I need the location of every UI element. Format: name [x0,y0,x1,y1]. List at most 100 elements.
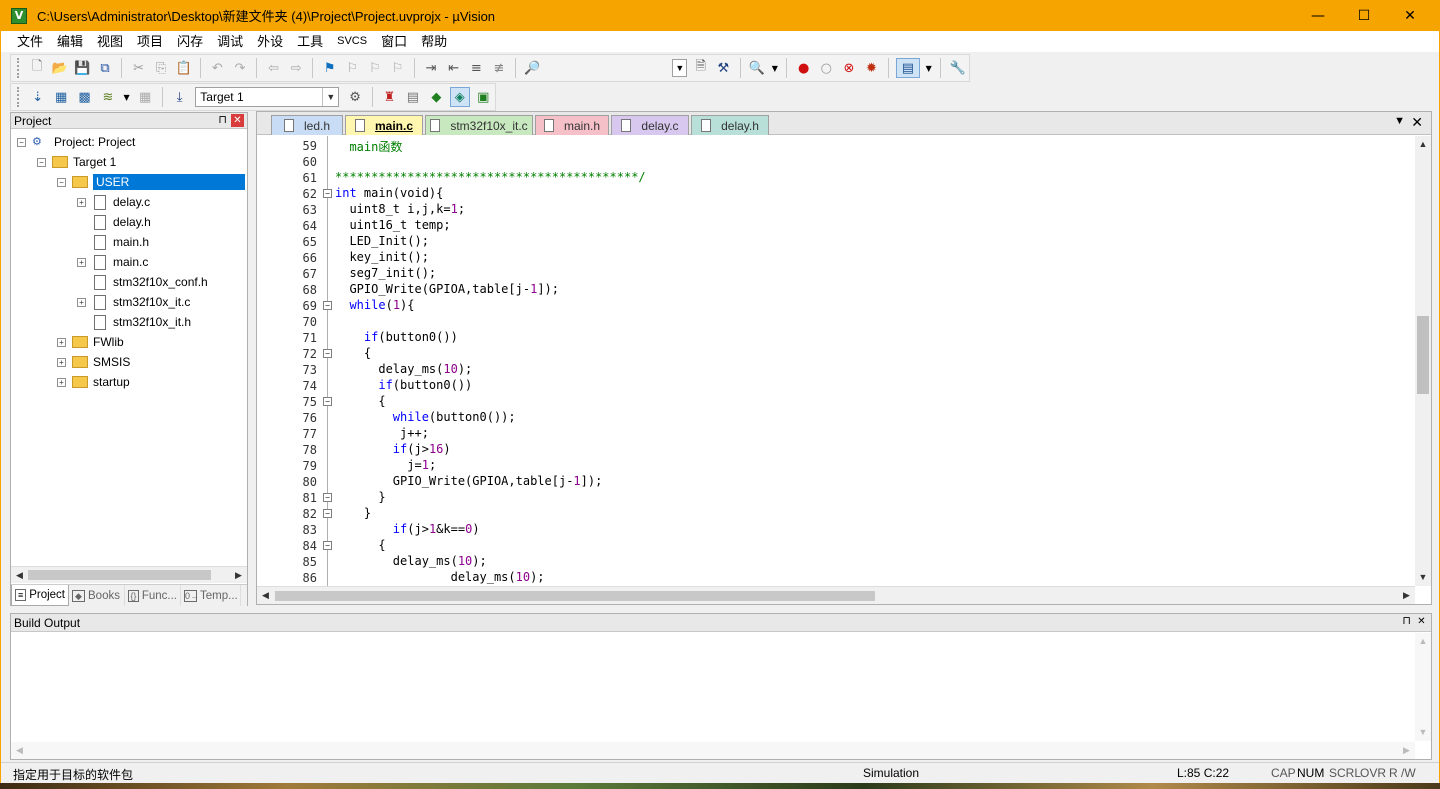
batch-dropdown-icon[interactable]: ▼ [122,87,132,107]
tree-node-startup[interactable]: + startup [57,372,130,392]
tree-node-stm32f10x-it-h[interactable]: stm32f10x_it.h [77,312,191,332]
panel-tab-project[interactable]: ≡ Project [11,585,69,606]
code-vertical-scrollbar[interactable]: ▲ ▼ [1415,136,1431,586]
code-line[interactable]: 83 if(j>1&k==0) [257,522,1415,538]
tree-node-main-h[interactable]: main.h [77,232,149,252]
close-tab-icon[interactable]: ✕ [1411,114,1423,131]
menu-project[interactable]: 项目 [130,31,170,52]
scroll-up-icon[interactable]: ▲ [1415,633,1431,650]
panel-tab-func[interactable]: {} Func... [125,585,181,606]
find-icon[interactable]: 🗎 [691,58,710,78]
code-line[interactable]: 63 uint8_t i,j,k=1; [257,202,1415,218]
indent-icon[interactable]: ⇥ [422,58,441,78]
code-line[interactable]: 64 uint16_t temp; [257,218,1415,234]
code-line[interactable]: 85 delay_ms(10); [257,554,1415,570]
expand-icon[interactable]: + [57,337,66,347]
toolbar-grip[interactable] [17,58,20,78]
rebuild-icon[interactable]: ▩ [75,87,94,107]
panel-tab-temp[interactable]: 0→ Temp... [181,585,241,606]
toolbar-grip[interactable] [17,87,20,107]
menu-flash[interactable]: 闪存 [170,31,210,52]
build-icon[interactable]: ▦ [51,87,70,107]
comment-icon[interactable]: ≡ [467,58,486,78]
scroll-thumb[interactable] [275,591,875,601]
debug-session-icon[interactable]: 🔍 [748,58,767,78]
expand-icon[interactable]: + [77,297,86,307]
close-icon[interactable]: ✕ [231,114,244,127]
incremental-find-icon[interactable]: ⚒ [714,58,733,78]
unindent-icon[interactable]: ⇤ [444,58,463,78]
breakpoint-disable-all-icon[interactable]: ⊗ [840,58,859,78]
menu-window[interactable]: 窗口 [374,31,414,52]
expand-icon[interactable]: + [77,197,86,207]
menu-view[interactable]: 视图 [90,31,130,52]
bookmark-next-icon[interactable]: ⚐ [366,58,385,78]
code-line[interactable]: 72− { [257,346,1415,362]
expand-icon[interactable]: + [57,357,66,367]
project-horizontal-scrollbar[interactable]: ◀ ▶ [11,566,247,583]
chevron-down-icon[interactable]: ▼ [322,88,338,106]
code-line[interactable]: 73 delay_ms(10); [257,362,1415,378]
close-icon[interactable]: ✕ [1415,615,1428,628]
fold-toggle-icon[interactable]: − [323,541,332,550]
code-line[interactable]: 76 while(button0()); [257,410,1415,426]
menu-svcs[interactable]: SVCS [330,31,374,52]
undo-icon[interactable]: ↶ [208,58,227,78]
scroll-up-icon[interactable]: ▲ [1415,136,1431,153]
stop-build-icon[interactable]: ▦ [135,87,154,107]
configure-icon[interactable]: 🔧 [948,58,967,78]
debug-dropdown-icon[interactable]: ▼ [770,58,779,78]
code-line[interactable]: 60 [257,154,1415,170]
paste-icon[interactable]: 📋 [175,58,194,78]
code-line[interactable]: 59 main函数 [257,138,1415,154]
tree-node-stm32f10x-it-c[interactable]: + stm32f10x_it.c [77,292,190,312]
translate-icon[interactable]: ⇣ [28,87,47,107]
code-line[interactable]: 66 key_init(); [257,250,1415,266]
tree-node-project-project[interactable]: − ⚙ Project: Project [17,132,135,152]
editor-tab-led-h[interactable]: led.h [271,115,343,135]
uncomment-icon[interactable]: ≢ [490,58,509,78]
code-line[interactable]: 65 LED_Init(); [257,234,1415,250]
code-line[interactable]: 86 delay_ms(10); [257,570,1415,586]
tab-list-dropdown-icon[interactable]: ▼ [1394,115,1405,127]
menu-file[interactable]: 文件 [10,31,50,52]
code-line[interactable]: 62− int main(void){ [257,186,1415,202]
minimize-button[interactable]: — [1295,0,1341,31]
code-line[interactable]: 68 GPIO_Write(GPIOA,table[j-1]); [257,282,1415,298]
menu-help[interactable]: 帮助 [414,31,454,52]
manage-components-icon[interactable]: ▤ [403,87,422,107]
maximize-button[interactable]: ☐ [1341,0,1387,31]
code-line[interactable]: 61 **************************************… [257,170,1415,186]
code-line[interactable]: 75− { [257,394,1415,410]
target-select[interactable]: Target 1 ▼ [195,87,340,107]
scroll-down-icon[interactable]: ▼ [1415,724,1431,741]
code-line[interactable]: 77 j++; [257,426,1415,442]
pin-icon[interactable]: ⊓ [218,113,227,126]
breakpoint-kill-all-icon[interactable]: ✹ [862,58,881,78]
code-line[interactable]: 84− { [257,538,1415,554]
editor-tab-main-h[interactable]: main.h [535,115,609,135]
tree-node-target-1[interactable]: − Target 1 [37,152,116,172]
cut-icon[interactable]: ✂ [129,58,148,78]
code-line[interactable]: 79 j=1; [257,458,1415,474]
pack-installer-icon[interactable]: ▣ [474,87,493,107]
menu-peripherals[interactable]: 外设 [250,31,290,52]
tree-node-smsis[interactable]: + SMSIS [57,352,130,372]
batch-build-icon[interactable]: ≋ [98,87,117,107]
collapse-icon[interactable]: − [37,157,46,167]
layout-dropdown-icon[interactable]: ▼ [924,58,933,78]
code-line[interactable]: 70 [257,314,1415,330]
code-line[interactable]: 69− while(1){ [257,298,1415,314]
code-line[interactable]: 80 GPIO_Write(GPIOA,table[j-1]); [257,474,1415,490]
code-horizontal-scrollbar[interactable]: ◀ ▶ [257,586,1415,604]
menu-edit[interactable]: 编辑 [50,31,90,52]
collapse-icon[interactable]: − [17,137,26,147]
panel-tab-books[interactable]: ◆ Books [69,585,125,606]
scroll-right-icon[interactable]: ▶ [1398,587,1415,604]
editor-tab-stm32f10x_it-c[interactable]: stm32f10x_it.c [425,115,533,135]
code-line[interactable]: 71 if(button0()) [257,330,1415,346]
expand-icon[interactable]: + [77,257,86,267]
navigate-back-icon[interactable]: ⇦ [264,58,283,78]
tree-node-main-c[interactable]: + main.c [77,252,148,272]
editor-tab-delay-h[interactable]: delay.h [691,115,769,135]
